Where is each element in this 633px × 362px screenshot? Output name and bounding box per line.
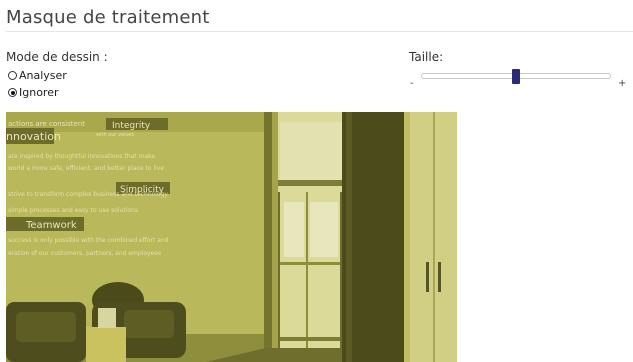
brush-size-group: Taille: - +	[409, 50, 629, 94]
wall-text-line1b: with our values	[96, 132, 135, 138]
wall-text-line5: simple processes and easy to use solutio…	[8, 207, 138, 214]
wall-text-innovation: nnovation	[6, 130, 61, 143]
slider-max-label: +	[618, 78, 627, 89]
table-display	[98, 308, 116, 328]
mask-drawing-canvas[interactable]: actions are consistent with our values I…	[6, 112, 457, 362]
wall-text-line7: eration of our customers, partners, and …	[8, 250, 161, 257]
radio-analyser-label: Analyser	[19, 69, 67, 82]
wall-text-teamwork: Teamwork	[25, 220, 77, 231]
wall-text-line1: actions are consistent	[8, 120, 85, 128]
slider-min-label: -	[410, 78, 414, 89]
side-table	[86, 327, 126, 362]
radio-analyser[interactable]: Analyser	[6, 67, 108, 84]
wall-text-line2: are inspired by thoughtful innovations t…	[8, 153, 155, 160]
drawing-mode-label: Mode de dessin :	[6, 50, 108, 64]
radio-ignorer-label: Ignorer	[19, 86, 59, 99]
wall-text-line6: success is only possible with the combin…	[8, 237, 169, 244]
slider-thumb[interactable]	[512, 69, 520, 84]
radio-ignorer[interactable]: Ignorer	[6, 84, 108, 101]
wall-text-line4: strive to transform complex business and…	[8, 191, 168, 198]
door-handle-right	[438, 262, 441, 292]
drawing-mode-group: Mode de dessin : Analyser Ignorer	[6, 50, 108, 101]
brush-size-slider[interactable]	[421, 69, 611, 84]
brush-size-label: Taille:	[409, 50, 444, 64]
title-divider	[6, 31, 633, 32]
brush-size-slider-row: - +	[409, 69, 629, 94]
radio-circle-analyser[interactable]	[8, 71, 17, 80]
door-handle-left	[426, 262, 429, 292]
wall-text-integrity: Integrity	[112, 121, 151, 131]
lobby-photo: actions are consistent with our values I…	[6, 112, 457, 362]
wall-text-line3: world a more safe, efficient, and better…	[8, 165, 164, 172]
armchair-left	[6, 302, 86, 362]
panel-title: Masque de traitement	[6, 7, 210, 28]
radio-circle-ignorer[interactable]	[8, 88, 17, 97]
